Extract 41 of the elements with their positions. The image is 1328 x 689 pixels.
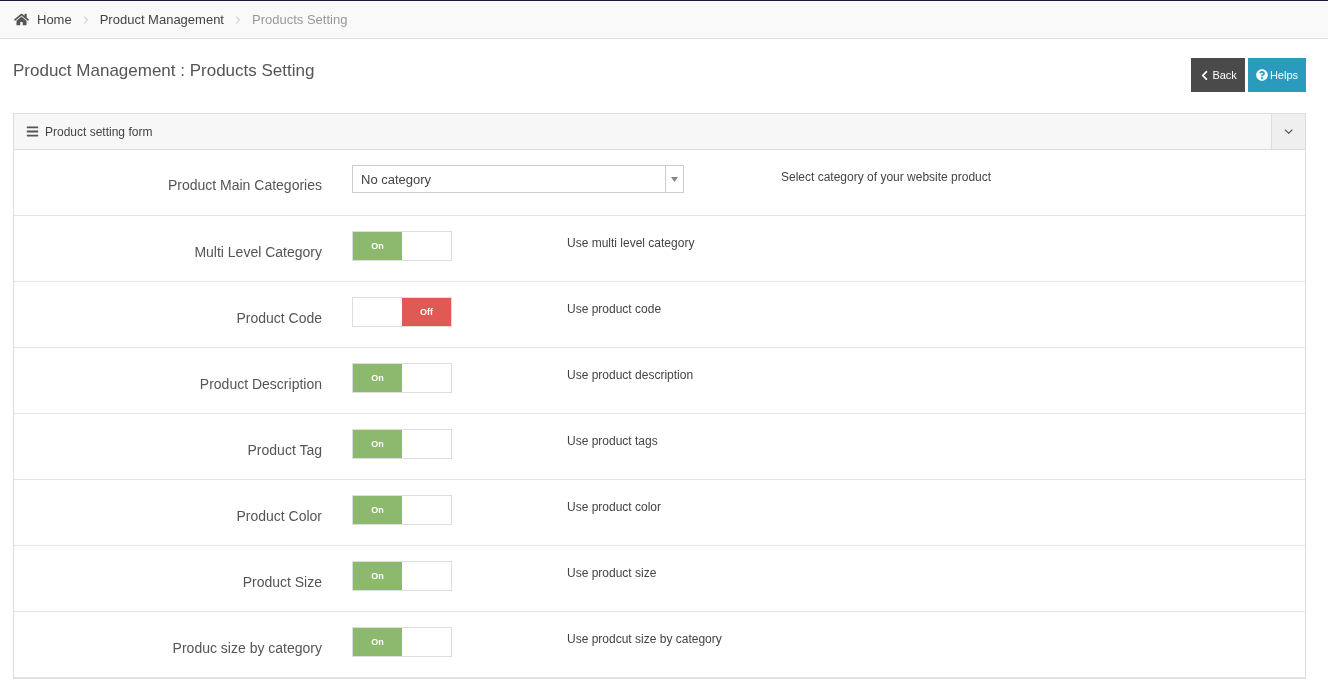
toggle-knob: On [353,562,402,590]
toggle-switch[interactable]: Off [352,297,452,327]
home-icon[interactable] [14,12,29,27]
page-title: Product Management : Products Setting [13,61,315,81]
category-select[interactable]: No category [352,165,684,193]
help-text: Use product tags [567,433,658,450]
toggle-knob: On [353,496,402,524]
help-text: Use prodcut size by category [567,631,722,648]
toggle-switch[interactable]: On [352,627,452,657]
help-text: Use product description [567,367,694,384]
caret-icon [671,176,678,182]
help-text: Use multi level category [567,235,695,252]
breadcrumb-link[interactable]: Home [37,12,72,27]
field-label: Multi Level Category [193,243,322,262]
panel-title: Product setting form [45,124,153,139]
question-icon [1255,69,1268,81]
toggle-knob: Off [402,298,451,326]
toggle-knob: On [353,232,402,260]
field-label: Product Description [198,375,322,394]
menu-icon [26,125,39,138]
field-label: Product Color [235,507,322,526]
field-label: Product Code [235,309,322,328]
toggle-knob: On [353,430,402,458]
toggle-switch[interactable]: On [352,363,452,393]
back-button[interactable]: Back [1191,58,1245,92]
help-text: Select category of your website product [781,169,992,186]
field-label: Product Size [241,573,322,592]
breadcrumb-link[interactable]: Product Management [99,12,224,27]
field-label: Product Main Categories [166,176,322,195]
help-text: Use product code [567,301,662,318]
help-button[interactable]: Helps [1247,58,1306,92]
toggle-knob: On [353,364,402,392]
toggle-knob: On [353,628,402,656]
field-label: Product Tag [246,441,322,460]
field-label: Produc size by category [171,639,322,658]
toggle-switch[interactable]: On [352,561,452,591]
help-text: Use product color [567,499,662,516]
toggle-switch[interactable]: On [352,429,452,459]
help-text: Use product size [567,565,657,582]
toggle-switch[interactable]: On [352,495,452,525]
toggle-switch[interactable]: On [352,231,452,261]
